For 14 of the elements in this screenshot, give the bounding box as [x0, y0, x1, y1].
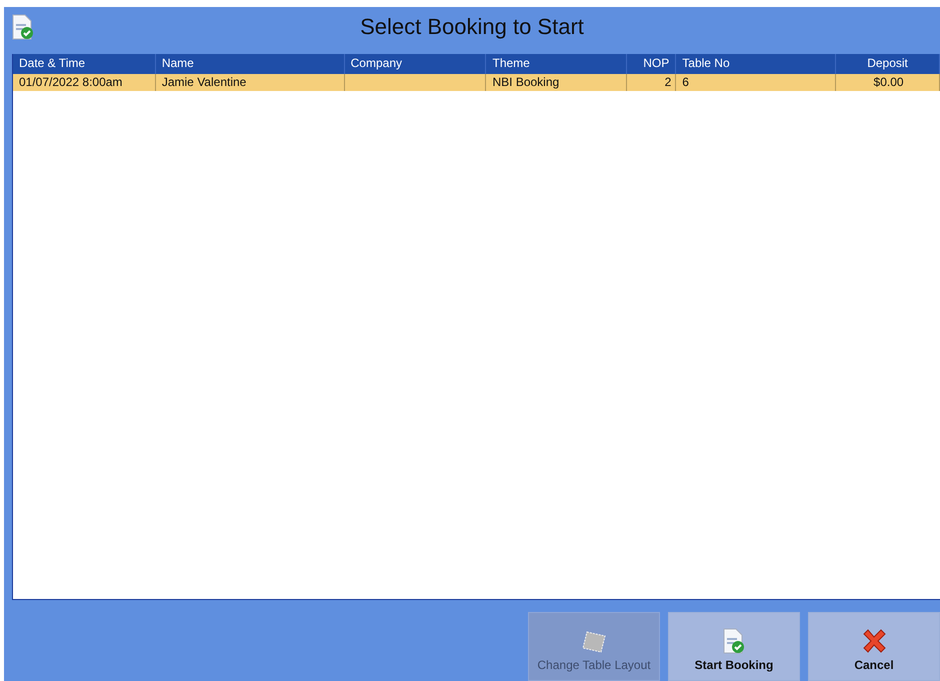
table-cell: Jamie Valentine	[156, 74, 345, 91]
document-check-icon	[12, 14, 34, 40]
tile-icon	[581, 630, 607, 654]
document-check-icon	[723, 628, 745, 654]
table-row[interactable]: 01/07/2022 8:00am Jamie Valentine NBI Booking 2 6 $0.00	[13, 74, 940, 91]
table-cell: 6	[676, 74, 836, 91]
close-icon	[861, 628, 887, 654]
table-cell: 2	[627, 74, 676, 91]
window-title: Select Booking to Start	[359, 14, 585, 40]
start-button[interactable]: Start Booking	[668, 612, 800, 681]
cancel-button[interactable]: Cancel	[808, 612, 940, 681]
table-cell: NBI Booking	[486, 74, 628, 91]
table-cell: 01/07/2022 8:00am	[13, 74, 156, 91]
table-cell: $0.00	[836, 74, 940, 91]
